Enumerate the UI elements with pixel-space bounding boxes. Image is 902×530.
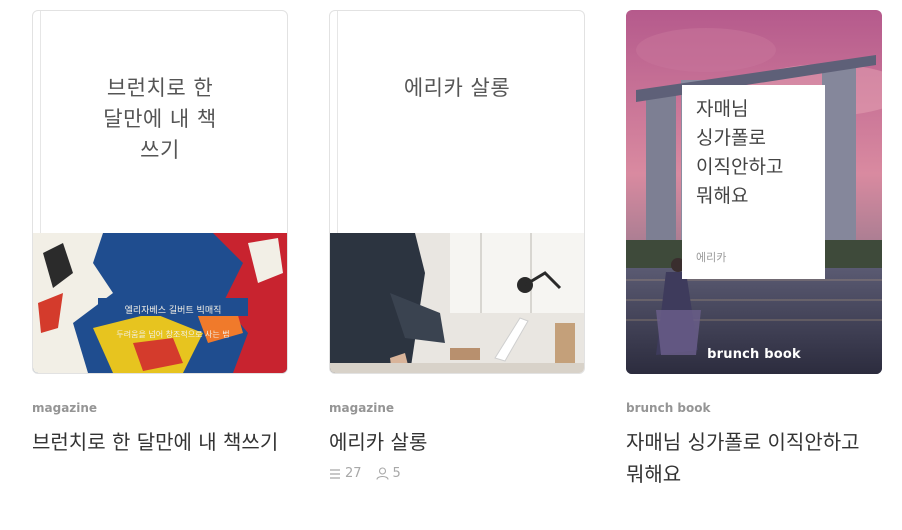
list-icon [330, 468, 340, 479]
book-title[interactable]: 에리카 살롱 [329, 426, 585, 458]
book-card[interactable]: 에리카 살롱 magazine 에리카 살롱 27 5 [329, 10, 585, 481]
book-title[interactable]: 브런치로 한 달만에 내 책쓰기 [32, 426, 288, 458]
cover-title-box: 자매님 싱가폴로 이직안하고 뭐해요 에리카 [682, 85, 825, 279]
book-stats: 27 5 [329, 466, 585, 481]
book-kind: magazine [32, 401, 98, 415]
articles-stat: 27 [329, 466, 362, 481]
cover-title: 브런치로 한 달만에 내 책 쓰기 [103, 76, 217, 162]
cover-spine [40, 11, 41, 235]
subscribers-stat: 5 [375, 466, 401, 481]
cover-spine [337, 11, 338, 235]
book-grid: 브런치로 한 달만에 내 책 쓰기 엘리자베스 길버트 빅매직 두려움을 넘어 … [0, 0, 902, 530]
book-card[interactable]: 자매님 싱가폴로 이직안하고 뭐해요 에리카 brunch book brunc… [626, 10, 882, 490]
book-cover[interactable]: 에리카 살롱 [329, 10, 585, 374]
book-meta: magazine 브런치로 한 달만에 내 책쓰기 [32, 400, 288, 458]
cover-title: 자매님 싱가폴로 이직안하고 뭐해요 [696, 98, 784, 207]
cover-art-subtext: 두려움을 넘어 창조적으로 사는 법 [116, 329, 229, 339]
person-icon [375, 467, 389, 480]
book-meta: brunch book 자매님 싱가폴로 이직안하고 뭐해요 [626, 400, 882, 490]
cover-art-text: 엘리자베스 길버트 빅매직 [125, 305, 222, 316]
book-meta: magazine 에리카 살롱 27 5 [329, 400, 585, 481]
book-kind: magazine [329, 401, 395, 415]
cover-author: 에리카 [696, 251, 727, 264]
book-title[interactable]: 자매님 싱가폴로 이직안하고 뭐해요 [626, 426, 882, 490]
subscribers-count: 5 [392, 466, 401, 481]
book-cover[interactable]: 자매님 싱가폴로 이직안하고 뭐해요 에리카 brunch book [626, 10, 882, 374]
cover-title: 에리카 살롱 [403, 76, 511, 100]
book-cover[interactable]: 브런치로 한 달만에 내 책 쓰기 엘리자베스 길버트 빅매직 두려움을 넘어 … [32, 10, 288, 374]
book-card[interactable]: 브런치로 한 달만에 내 책 쓰기 엘리자베스 길버트 빅매직 두려움을 넘어 … [32, 10, 288, 458]
cover-image [330, 233, 584, 373]
cover-image: 엘리자베스 길버트 빅매직 두려움을 넘어 창조적으로 사는 법 [33, 233, 287, 373]
articles-count: 27 [345, 466, 362, 481]
book-kind: brunch book [626, 401, 711, 415]
brunch-book-logo: brunch book [707, 347, 801, 362]
